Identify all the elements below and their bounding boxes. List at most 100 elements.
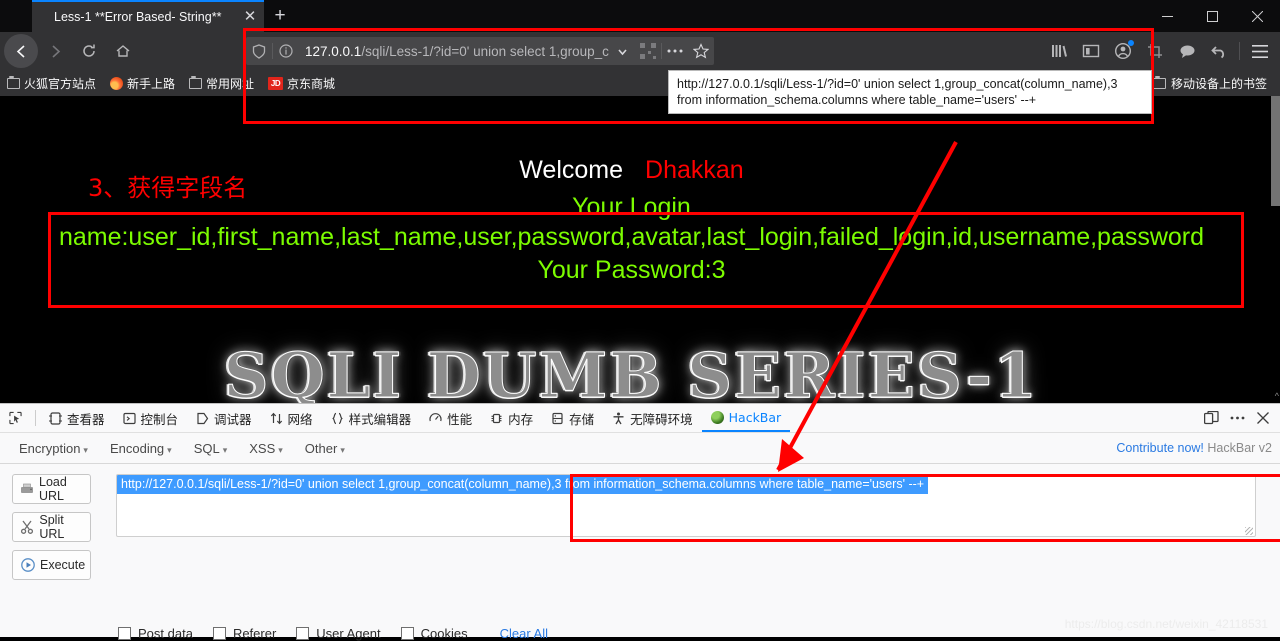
reload-button[interactable] <box>72 34 106 68</box>
chevron-down-icon: ▾ <box>222 444 228 455</box>
firefox-icon <box>110 76 124 90</box>
page-scrollbar[interactable]: ^ <box>1271 96 1280 403</box>
bookmark-item-0[interactable]: 火狐官方站点 <box>0 75 103 92</box>
toolbar-divider <box>1239 42 1240 60</box>
button-label: Split URL <box>39 513 65 541</box>
execute-icon <box>20 558 35 573</box>
hackbar-menu-encryption[interactable]: Encryption ▾ <box>8 441 99 456</box>
back-button[interactable] <box>4 34 38 68</box>
bookmark-label: 火狐官方站点 <box>24 76 97 91</box>
devtools-tab-label: 查看器 <box>67 411 105 427</box>
sqli-dumb-series-logo: SQLI DUMB SERIES-1 <box>223 339 1040 404</box>
chevron-down-icon: ▾ <box>278 444 283 455</box>
bookmark-label: 移动设备上的书签 <box>1170 76 1267 91</box>
split-url-button[interactable]: Split URL <box>12 512 91 542</box>
forward-button[interactable] <box>38 34 72 68</box>
hackbar-menu-other[interactable]: Other ▾ <box>294 441 356 456</box>
bookmark-item-mobile[interactable]: 移动设备上的书签 <box>1146 75 1274 92</box>
checkbox-post-data[interactable]: Post data <box>118 626 193 641</box>
style-editor-icon <box>331 412 344 425</box>
menu-label: Other <box>304 440 338 456</box>
hackbar-menu-bar: Encryption ▾ Encoding ▾ SQL ▾ XSS ▾ Other ▾ C… <box>0 433 1280 464</box>
checkbox-label: User Agent <box>316 626 381 641</box>
button-label: Execute <box>40 558 86 572</box>
devtools-tab-hackbar[interactable]: HackBar <box>701 405 791 432</box>
accessibility-icon <box>612 412 625 425</box>
devtools-tab-label: 无障碍环境 <box>630 411 693 427</box>
hackbar-actions: Load URL Split URL Execute <box>12 474 91 588</box>
inspector-icon <box>49 411 62 425</box>
checkbox-referer[interactable]: Referer <box>212 626 277 641</box>
hackbar-version: HackBar v2 <box>1207 441 1272 455</box>
undo-icon[interactable] <box>1203 36 1235 66</box>
checkbox-user-agent[interactable]: User Agent <box>296 626 381 641</box>
devtools-tab-style-editor[interactable]: 样式编辑器 <box>322 405 421 432</box>
checkbox-label: Cookies <box>420 626 468 641</box>
button-label: Load URL <box>39 475 67 503</box>
execute-button[interactable]: Execute <box>12 550 91 580</box>
more-options-icon[interactable] <box>1224 405 1250 431</box>
scrollbar-thumb[interactable] <box>1271 96 1280 206</box>
devtools-divider <box>35 410 36 426</box>
chevron-down-icon: ▾ <box>167 444 172 455</box>
new-tab-button[interactable]: + <box>268 4 292 28</box>
devtools-tab-network[interactable]: 网络 <box>261 405 322 432</box>
devtools-tab-inspector[interactable]: 查看器 <box>40 405 114 432</box>
devtools-tab-console[interactable]: 控制台 <box>114 405 188 432</box>
hackbar-menu-sql[interactable]: SQL ▾ <box>183 441 239 456</box>
devtools-tab-memory[interactable]: 内存 <box>481 405 542 432</box>
checkbox-label: Referer <box>232 626 277 641</box>
home-button[interactable] <box>106 34 140 68</box>
performance-icon <box>429 412 442 425</box>
menu-label: XSS <box>249 440 276 456</box>
hamburger-menu-icon[interactable] <box>1244 36 1276 66</box>
element-picker-button[interactable] <box>0 405 31 432</box>
console-icon <box>122 412 136 425</box>
close-icon[interactable] <box>1235 0 1280 32</box>
devtools-tab-label: 样式编辑器 <box>348 411 412 427</box>
devtools-tab-label: 调试器 <box>214 411 252 427</box>
devtools-tab-storage[interactable]: 存储 <box>542 405 603 432</box>
hackbar-menu-xss[interactable]: XSS ▾ <box>238 441 294 456</box>
menu-label: SQL <box>193 440 220 456</box>
bookmark-item-1[interactable]: 新手上路 <box>103 75 182 92</box>
devtools-tab-performance[interactable]: 性能 <box>420 405 481 432</box>
close-devtools-icon[interactable] <box>1250 405 1276 431</box>
browser-tab[interactable]: Less-1 **Error Based- String** ✕ <box>32 0 264 32</box>
chat-bubble-icon[interactable] <box>1171 36 1203 66</box>
storage-icon <box>551 412 564 425</box>
welcome-text: Welcome <box>519 156 624 184</box>
checkbox-cookies[interactable]: Cookies <box>400 626 468 641</box>
url-tooltip: http://127.0.0.1/sqli/Less-1/?id=0' unio… <box>668 70 1152 114</box>
clear-all-link[interactable]: Clear All <box>500 626 548 641</box>
watermark-text: https://blog.csdn.net/weixin_42118531 <box>1064 617 1268 631</box>
menu-label: Encryption <box>19 440 81 456</box>
window-controls <box>1145 0 1280 32</box>
devtools-tab-label: 控制台 <box>140 411 179 427</box>
devtools-tab-debugger[interactable]: 调试器 <box>187 405 261 432</box>
network-icon <box>270 412 283 425</box>
devtools-tab-label: 内存 <box>508 411 534 427</box>
contribute-link[interactable]: Contribute now! <box>1116 441 1204 455</box>
devtools-tab-accessibility[interactable]: 无障碍环境 <box>603 405 702 432</box>
debugger-icon <box>196 412 209 425</box>
tab-title: Less-1 **Error Based- String** <box>54 10 222 24</box>
chevron-down-icon: ▾ <box>83 444 88 455</box>
hackbar-body: Load URL Split URL Execute http://127.0.… <box>0 464 1280 641</box>
folder-icon <box>7 75 20 89</box>
checkbox-box[interactable] <box>118 627 131 640</box>
menu-label: Encoding <box>109 440 165 456</box>
annotation-rect-hackbar-url <box>570 474 1280 542</box>
devtools-tab-label: 性能 <box>447 411 473 427</box>
load-url-button[interactable]: Load URL <box>12 474 91 504</box>
dock-layout-icon[interactable] <box>1198 405 1224 431</box>
hackbar-menu-encoding[interactable]: Encoding ▾ <box>99 441 183 456</box>
scroll-down-arrow-icon[interactable]: ^ <box>1275 391 1279 401</box>
checkbox-box[interactable] <box>296 627 310 640</box>
maximize-icon[interactable] <box>1190 0 1235 32</box>
checkbox-box[interactable] <box>400 627 414 640</box>
welcome-line: Welcome Dhakkan <box>0 156 1263 185</box>
welcome-username: Dhakkan <box>645 156 744 184</box>
checkbox-box[interactable] <box>212 627 226 640</box>
tooltip-line-2: from information_schema.columns where ta… <box>677 93 1037 107</box>
